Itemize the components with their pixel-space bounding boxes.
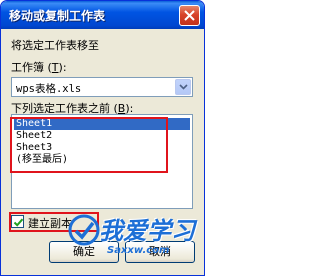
workbook-access-key: T <box>51 61 59 74</box>
watermark: 我爱学习 Saxxw.com <box>65 211 204 275</box>
chevron-down-icon <box>179 84 188 90</box>
workbook-label-prefix: 工作簿 ( <box>11 61 52 74</box>
workbook-dropdown[interactable]: wps表格.xls <box>11 77 193 97</box>
dialog-title: 移动或复制工作表 <box>9 9 106 23</box>
watermark-url: Saxxw.com <box>107 245 170 256</box>
annotation-highlight-box <box>10 117 168 173</box>
move-copy-sheet-dialog: 移动或复制工作表 将选定工作表移至 工作簿 (T): wps表格.xls 下列选… <box>0 0 205 276</box>
move-to-label: 将选定工作表移至 <box>11 39 99 52</box>
title-bar[interactable]: 移动或复制工作表 <box>1 1 204 29</box>
close-icon <box>184 10 195 21</box>
dropdown-arrow-button[interactable] <box>175 79 191 95</box>
workbook-label: 工作簿 (T): <box>11 59 67 75</box>
watermark-logo-icon <box>68 214 100 246</box>
workbook-value: wps表格.xls <box>16 83 82 95</box>
watermark-text: 我爱学习 <box>99 217 195 245</box>
close-button[interactable] <box>179 5 200 26</box>
workbook-label-suffix: ): <box>58 61 67 74</box>
